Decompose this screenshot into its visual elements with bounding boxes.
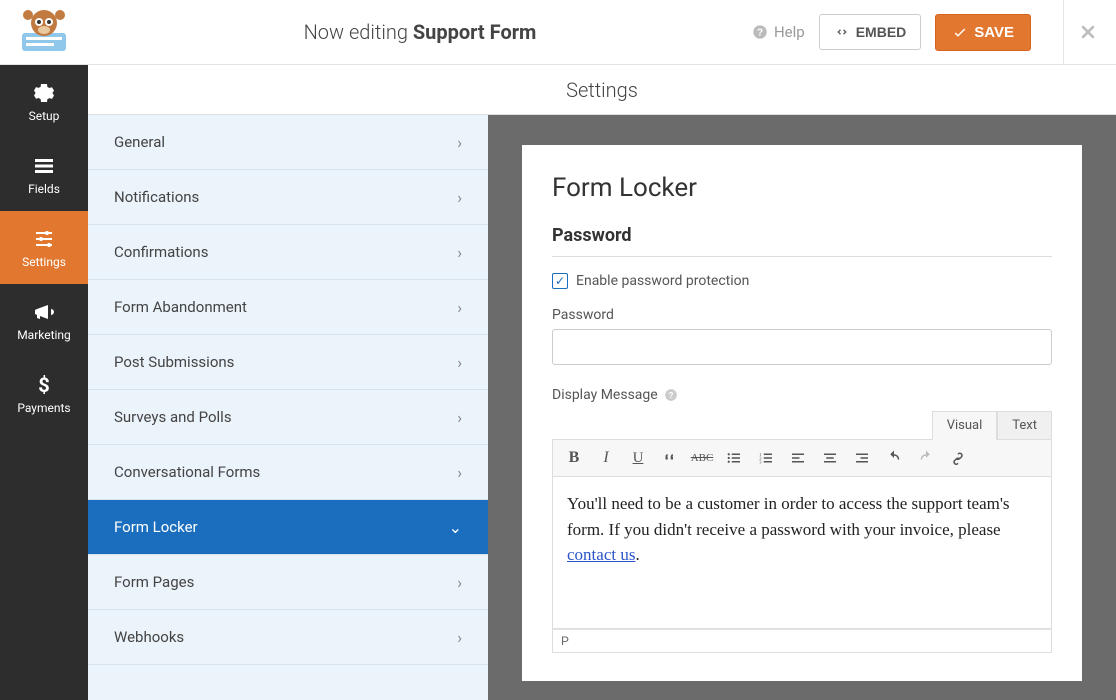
settings-item-confirmations[interactable]: Confirmations› — [88, 225, 488, 280]
enable-password-checkbox[interactable]: ✓ — [552, 273, 568, 289]
gear-icon — [32, 81, 56, 105]
settings-item-form-locker[interactable]: Form Locker⌄ — [88, 500, 488, 555]
svg-text:?: ? — [757, 27, 763, 38]
page-title: Now editing Support Form — [88, 20, 752, 44]
help-icon: ? — [752, 24, 768, 40]
svg-text:3: 3 — [759, 459, 762, 464]
link-icon — [949, 449, 967, 467]
ol-button[interactable]: 123 — [751, 444, 781, 472]
editor-toolbar: B I U ABC 123 — [552, 439, 1052, 477]
redo-icon — [917, 449, 935, 467]
align-center-icon — [821, 449, 839, 467]
chevron-right-icon: › — [457, 188, 462, 207]
redo-button[interactable] — [911, 444, 941, 472]
panel-title: Form Locker — [552, 173, 1052, 203]
align-left-button[interactable] — [783, 444, 813, 472]
code-icon — [834, 24, 850, 40]
nav-fields[interactable]: Fields — [0, 138, 88, 211]
svg-text:?: ? — [668, 391, 673, 400]
settings-item-general[interactable]: General› — [88, 115, 488, 170]
chevron-right-icon: › — [457, 133, 462, 152]
section-title: Password — [552, 225, 1052, 257]
editor-content[interactable]: You'll need to be a customer in order to… — [552, 477, 1052, 629]
app-logo — [0, 0, 88, 64]
settings-item-webhooks[interactable]: Webhooks› — [88, 610, 488, 665]
display-message-label: Display Message ? — [552, 387, 1052, 403]
editor-status-bar: P — [552, 629, 1052, 653]
help-icon: ? — [664, 388, 678, 402]
settings-item-form-pages[interactable]: Form Pages› — [88, 555, 488, 610]
chevron-right-icon: › — [457, 463, 462, 482]
ul-button[interactable] — [719, 444, 749, 472]
close-button[interactable] — [1063, 0, 1098, 65]
italic-button[interactable]: I — [591, 444, 621, 472]
nav-payments[interactable]: $Payments — [0, 357, 88, 430]
list-icon — [32, 154, 56, 178]
dollar-icon: $ — [32, 373, 56, 397]
align-left-icon — [789, 449, 807, 467]
editor-tab-text[interactable]: Text — [997, 411, 1052, 440]
chevron-right-icon: › — [457, 628, 462, 647]
editor-tab-visual[interactable]: Visual — [932, 411, 998, 440]
chevron-down-icon: ⌄ — [449, 518, 462, 537]
undo-button[interactable] — [879, 444, 909, 472]
nav-marketing[interactable]: Marketing — [0, 284, 88, 357]
chevron-right-icon: › — [457, 353, 462, 372]
link-button[interactable] — [943, 444, 973, 472]
nav-settings[interactable]: Settings — [0, 211, 88, 284]
chevron-right-icon: › — [457, 298, 462, 317]
bold-button[interactable]: B — [559, 444, 589, 472]
ul-icon — [725, 449, 743, 467]
strikethrough-button[interactable]: ABC — [687, 444, 717, 472]
align-right-button[interactable] — [847, 444, 877, 472]
chevron-right-icon: › — [457, 243, 462, 262]
settings-item-surveys-and-polls[interactable]: Surveys and Polls› — [88, 390, 488, 445]
chevron-right-icon: › — [457, 408, 462, 427]
svg-text:$: $ — [38, 373, 49, 397]
password-input[interactable] — [552, 329, 1052, 365]
settings-item-conversational-forms[interactable]: Conversational Forms› — [88, 445, 488, 500]
quote-icon — [661, 449, 679, 467]
bullhorn-icon — [32, 300, 56, 324]
chevron-right-icon: › — [457, 573, 462, 592]
nav-setup[interactable]: Setup — [0, 65, 88, 138]
password-label: Password — [552, 307, 1052, 323]
close-icon — [1078, 22, 1098, 42]
settings-item-form-abandonment[interactable]: Form Abandonment› — [88, 280, 488, 335]
align-center-button[interactable] — [815, 444, 845, 472]
ol-icon: 123 — [757, 449, 775, 467]
settings-item-notifications[interactable]: Notifications› — [88, 170, 488, 225]
help-link[interactable]: ? Help — [752, 23, 805, 41]
quote-button[interactable] — [655, 444, 685, 472]
underline-button[interactable]: U — [623, 444, 653, 472]
align-right-icon — [853, 449, 871, 467]
checkbox-label: Enable password protection — [576, 273, 749, 289]
panel-header: Settings — [88, 65, 1116, 115]
contact-link[interactable]: contact us — [567, 545, 635, 564]
save-button[interactable]: SAVE — [935, 14, 1031, 51]
sliders-icon — [32, 227, 56, 251]
undo-icon — [885, 449, 903, 467]
embed-button[interactable]: EMBED — [819, 14, 922, 50]
check-icon — [952, 24, 968, 40]
settings-item-post-submissions[interactable]: Post Submissions› — [88, 335, 488, 390]
